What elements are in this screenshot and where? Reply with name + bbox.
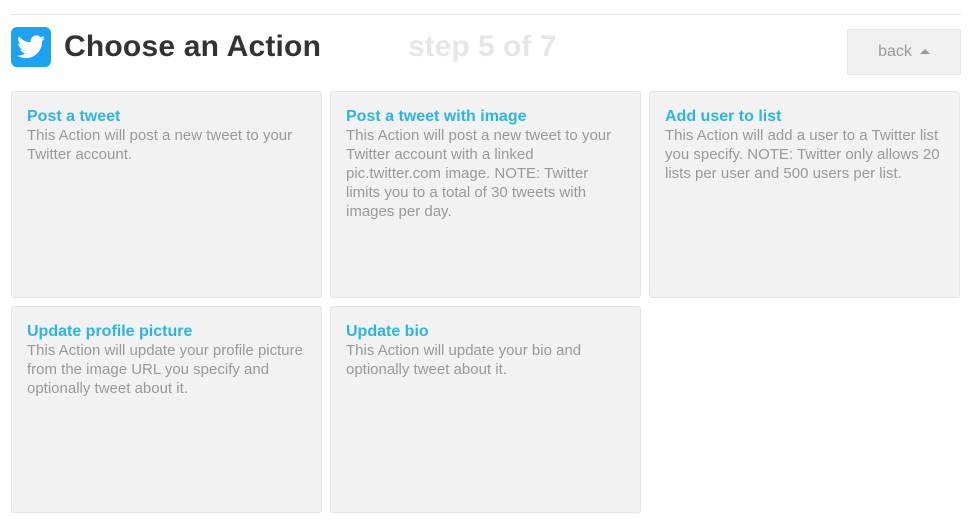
action-card-update-profile-picture[interactable]: Update profile picture This Action will … <box>11 306 322 513</box>
caret-up-icon <box>919 48 930 54</box>
action-description: This Action will post a new tweet to you… <box>27 127 293 163</box>
page-header: Choose an Action step 5 of 7 back <box>11 27 961 75</box>
action-description: This Action will post a new tweet to you… <box>346 127 612 220</box>
back-button[interactable]: back <box>847 29 961 75</box>
action-title: Post a tweet <box>27 108 121 125</box>
action-description: This Action will add a user to a Twitter… <box>665 127 940 182</box>
page-title: Choose an Action <box>64 30 322 63</box>
action-description: This Action will update your profile pic… <box>27 342 303 397</box>
action-title: Post a tweet with image <box>346 108 527 125</box>
action-title: Update bio <box>346 323 429 340</box>
top-divider <box>11 14 961 15</box>
step-indicator: step 5 of 7 <box>408 30 557 63</box>
action-card-update-bio[interactable]: Update bio This Action will update your … <box>330 306 641 513</box>
back-button-label: back <box>878 43 912 60</box>
action-title: Add user to list <box>665 108 782 125</box>
twitter-bird-icon <box>11 27 51 67</box>
action-description: This Action will update your bio and opt… <box>346 342 582 378</box>
action-card-post-a-tweet[interactable]: Post a tweet This Action will post a new… <box>11 91 322 298</box>
action-card-post-a-tweet-with-image[interactable]: Post a tweet with image This Action will… <box>330 91 641 298</box>
action-title: Update profile picture <box>27 323 193 340</box>
action-card-add-user-to-list[interactable]: Add user to list This Action will add a … <box>649 91 960 298</box>
